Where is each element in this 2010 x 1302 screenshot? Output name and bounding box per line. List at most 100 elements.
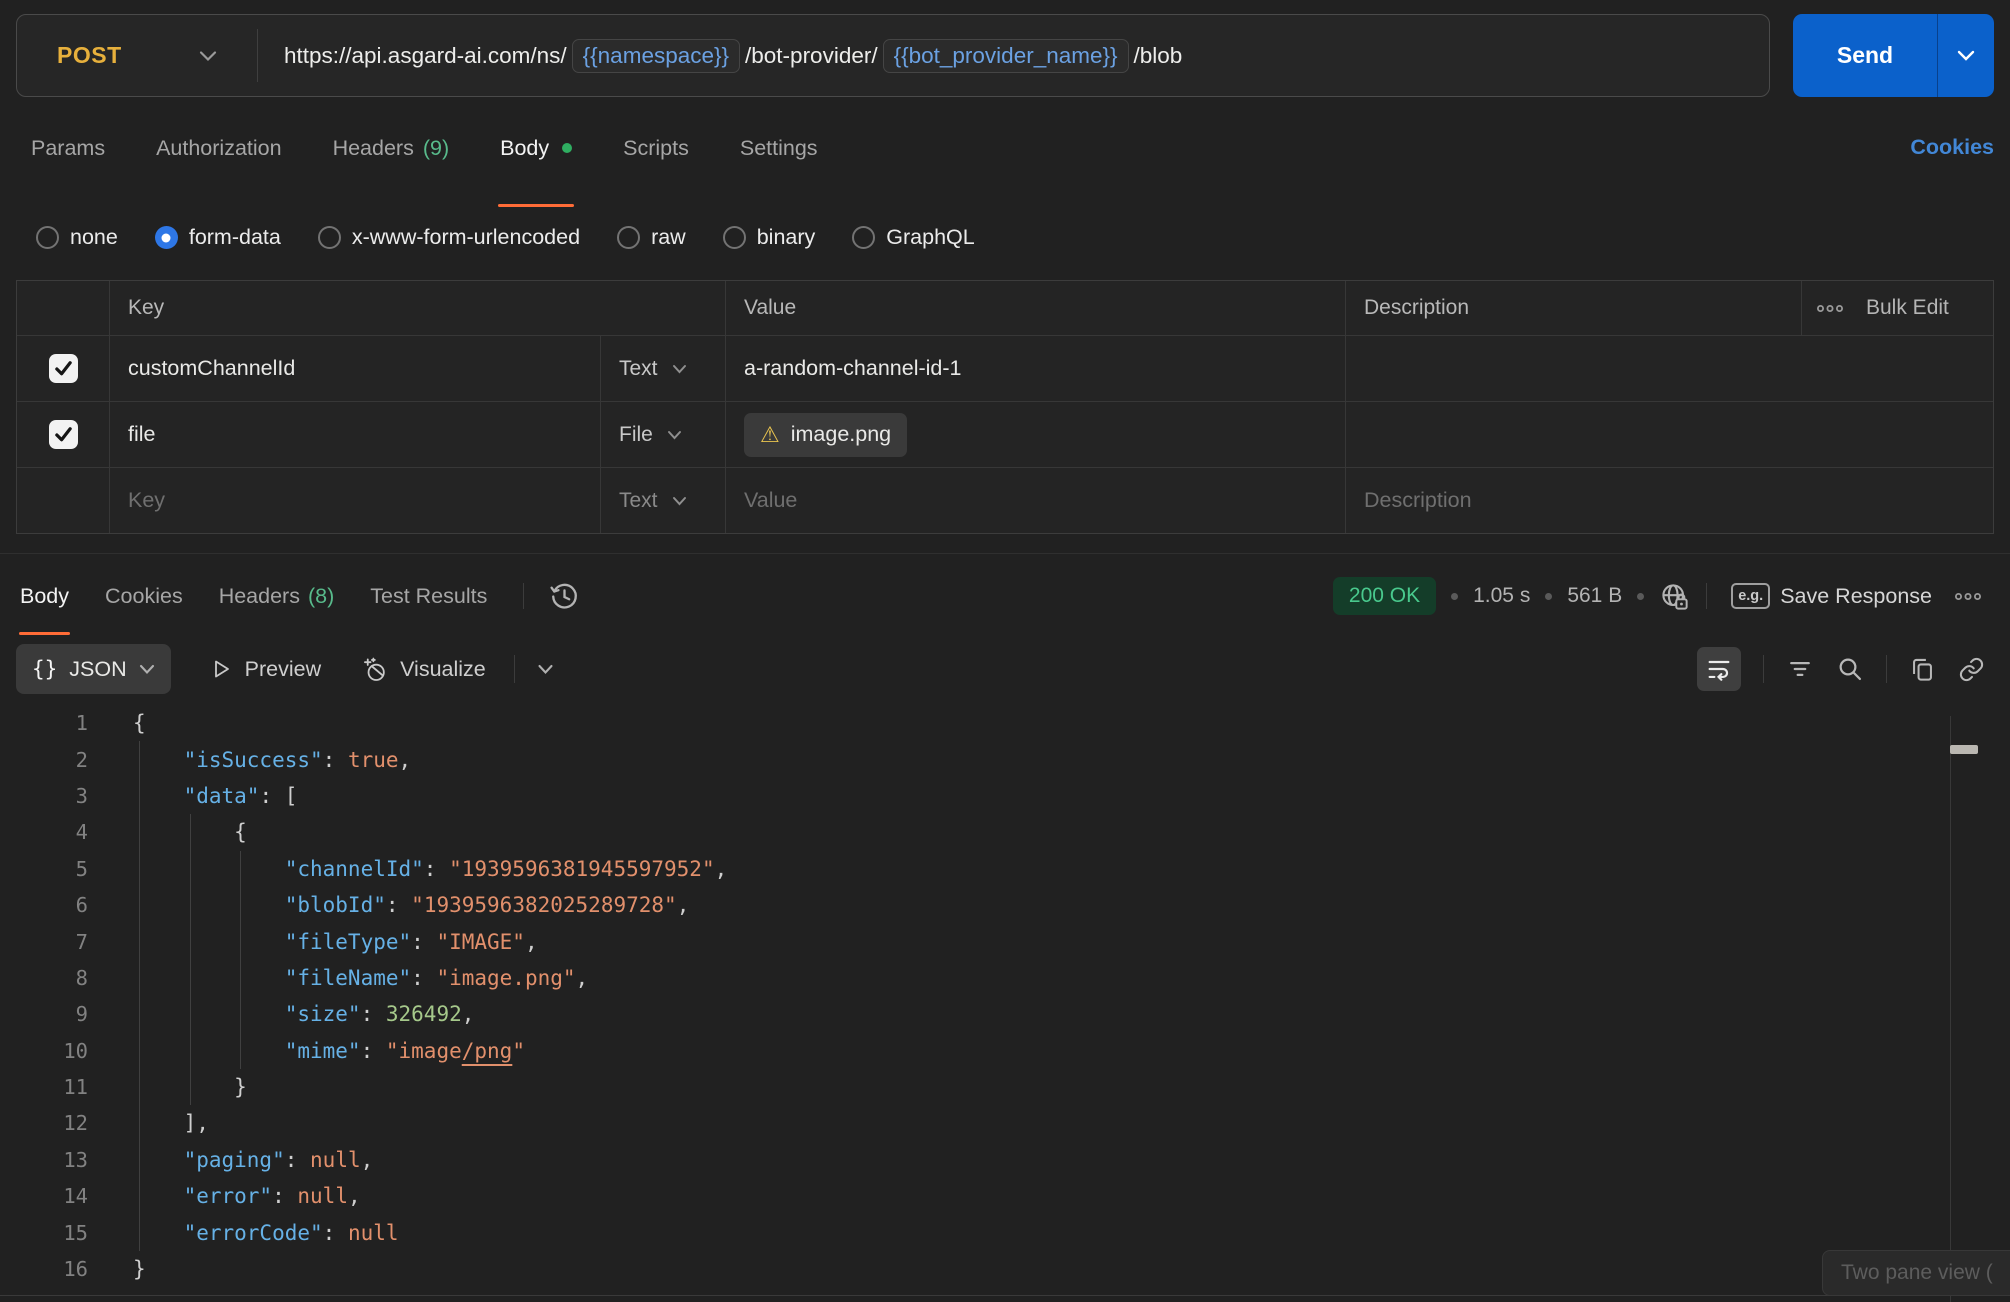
description-cell-placeholder[interactable]: Description: [1346, 468, 1802, 533]
line-content[interactable]: "mime": "image/png": [133, 1033, 2010, 1069]
copy-button[interactable]: [1909, 656, 1936, 683]
token-p: {: [234, 820, 247, 844]
response-body-json: 1{2 "isSuccess": true,3 "data": [4 {5 "c…: [0, 700, 2010, 1287]
key-cell[interactable]: file: [110, 402, 601, 467]
request-tab-headers[interactable]: Headers(9): [333, 125, 450, 171]
token-k: "channelId": [285, 857, 424, 881]
request-tab-settings[interactable]: Settings: [740, 125, 818, 171]
type-dropdown[interactable]: File: [601, 402, 726, 467]
line-content[interactable]: "error": null,: [133, 1178, 2010, 1214]
indent-guide: [139, 960, 140, 996]
line-content[interactable]: "blobId": "1939596382025289728",: [133, 887, 2010, 923]
bulk-edit-button[interactable]: Bulk Edit: [1802, 281, 1993, 335]
description-cell[interactable]: [1346, 402, 1802, 467]
line-number: 7: [0, 923, 88, 959]
more-options-icon: [1954, 590, 1982, 603]
line-number: 1: [0, 705, 88, 741]
line-content[interactable]: "errorCode": null: [133, 1214, 2010, 1250]
row-checkbox[interactable]: [49, 354, 78, 383]
request-tab-body[interactable]: Body: [500, 125, 572, 171]
body-mode-x-www-form-urlencoded[interactable]: x-www-form-urlencoded: [318, 225, 580, 250]
line-content[interactable]: "size": 326492,: [133, 996, 2010, 1032]
type-dropdown[interactable]: Text: [601, 468, 726, 533]
key-cell[interactable]: customChannelId: [110, 336, 601, 401]
wrap-text-button[interactable]: [1697, 647, 1741, 691]
value-cell[interactable]: ⚠image.png: [726, 402, 1346, 467]
request-tab-authorization[interactable]: Authorization: [156, 125, 282, 171]
indent-guide: [139, 923, 140, 959]
body-mode-raw[interactable]: raw: [617, 225, 686, 250]
response-tab-headers[interactable]: Headers(8): [219, 584, 335, 609]
token-s: "IMAGE": [436, 930, 525, 954]
line-content[interactable]: {: [133, 705, 2010, 741]
body-mode-form-data[interactable]: form-data: [155, 225, 281, 250]
response-tabs-list: Body Cookies Headers(8) Test Results: [16, 584, 523, 609]
row-checkbox-cell: [17, 468, 110, 533]
status-badge: 200 OK: [1333, 577, 1436, 615]
table-rows: customChannelIdTexta-random-channel-id-1…: [17, 335, 1993, 533]
line-number: 13: [0, 1142, 88, 1178]
send-options-button[interactable]: [1938, 14, 1994, 97]
scrollbar-track: [1950, 716, 1951, 1302]
code-line: 6 "blobId": "1939596382025289728",: [0, 887, 2010, 923]
visualize-button[interactable]: Visualize: [361, 656, 486, 683]
key-cell-placeholder[interactable]: Key: [110, 468, 601, 533]
line-content[interactable]: "isSuccess": true,: [133, 741, 2010, 777]
value-cell-placeholder[interactable]: Value: [726, 468, 1346, 533]
tab-label: Test Results: [370, 584, 487, 609]
token-p: ,: [348, 1184, 361, 1208]
line-number: 12: [0, 1105, 88, 1141]
row-checkbox[interactable]: [49, 420, 78, 449]
line-content[interactable]: "channelId": "1939596381945597952",: [133, 851, 2010, 887]
line-content[interactable]: "data": [: [133, 778, 2010, 814]
line-content[interactable]: "fileType": "IMAGE",: [133, 923, 2010, 959]
line-content[interactable]: }: [133, 1251, 2010, 1287]
line-content[interactable]: "paging": null,: [133, 1142, 2010, 1178]
cookies-link[interactable]: Cookies: [1910, 135, 1994, 160]
link-button[interactable]: [1958, 656, 1985, 683]
line-content[interactable]: ],: [133, 1105, 2010, 1141]
indent-space: [133, 1148, 184, 1172]
table-row: fileFile ⚠image.png: [17, 401, 1993, 467]
preview-button[interactable]: Preview: [209, 657, 321, 682]
response-tab-cookies[interactable]: Cookies: [105, 584, 183, 609]
url-variable-chip[interactable]: {{bot_provider_name}}: [883, 39, 1129, 73]
response-more-button[interactable]: [1954, 590, 1982, 603]
line-content[interactable]: "fileName": "image.png",: [133, 960, 2010, 996]
url-input[interactable]: https://api.asgard-ai.com/ns/{{namespace…: [258, 15, 1182, 96]
mode-label: raw: [651, 225, 686, 250]
value-cell[interactable]: a-random-channel-id-1: [726, 336, 1346, 401]
request-tab-params[interactable]: Params: [31, 125, 105, 171]
response-tab-test-results[interactable]: Test Results: [370, 584, 487, 609]
request-tab-scripts[interactable]: Scripts: [623, 125, 689, 171]
body-mode-none[interactable]: none: [36, 225, 118, 250]
line-content[interactable]: }: [133, 1069, 2010, 1105]
save-response-button[interactable]: Save Response: [1780, 584, 1932, 609]
line-number: 11: [0, 1069, 88, 1105]
file-chip[interactable]: ⚠image.png: [744, 413, 907, 457]
send-button[interactable]: Send: [1793, 14, 1937, 97]
scrollbar-thumb[interactable]: [1950, 745, 1978, 754]
url-variable-chip[interactable]: {{namespace}}: [572, 39, 740, 73]
network-info-button[interactable]: [1659, 581, 1690, 612]
description-cell[interactable]: [1346, 336, 1802, 401]
token-p: :: [323, 748, 348, 772]
indent-space: [133, 1075, 234, 1099]
response-tab-body[interactable]: Body: [20, 584, 69, 609]
header-description: Description: [1346, 281, 1802, 335]
type-dropdown[interactable]: Text: [601, 336, 726, 401]
body-mode-graphql[interactable]: GraphQL: [852, 225, 974, 250]
viewer-more-button[interactable]: [537, 664, 554, 675]
search-button[interactable]: [1836, 655, 1864, 683]
token-p: :: [361, 1039, 386, 1063]
form-data-table: Key Value Description Bulk Edit customCh…: [16, 280, 1994, 534]
line-content[interactable]: {: [133, 814, 2010, 850]
filter-button[interactable]: [1786, 655, 1814, 683]
body-mode-binary[interactable]: binary: [723, 225, 816, 250]
request-tabs: Params Authorization Headers(9) Body Scripts…: [16, 97, 1994, 210]
history-button[interactable]: [548, 580, 581, 613]
response-viewer-bar: {} JSON Preview Visualize: [16, 638, 1994, 700]
method-selector[interactable]: POST: [17, 15, 257, 96]
format-selector[interactable]: {} JSON: [16, 644, 171, 694]
token-p: :: [424, 857, 449, 881]
